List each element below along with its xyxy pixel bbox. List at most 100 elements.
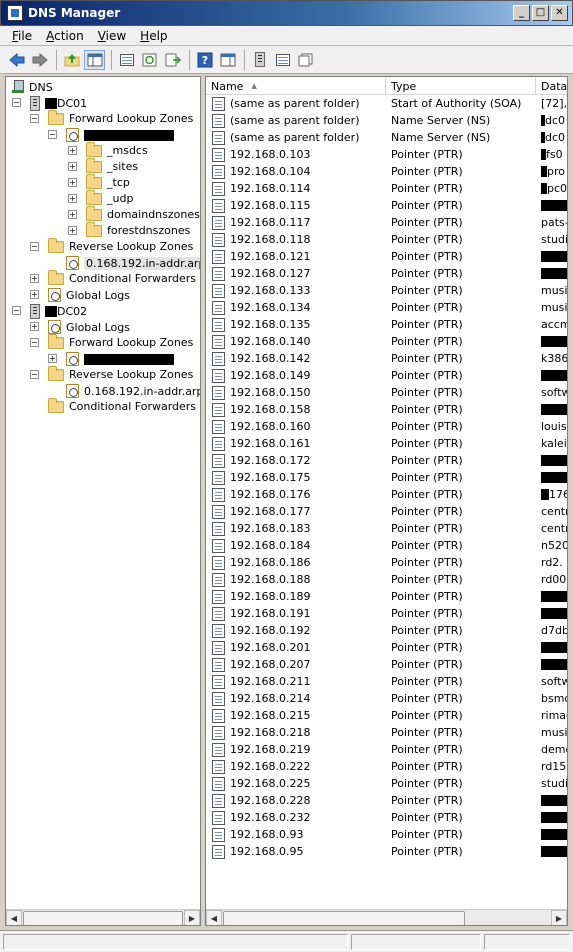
table-row[interactable]: 192.168.0.117 Pointer (PTR) pats-i xyxy=(206,214,567,231)
list-scroll-thumb[interactable] xyxy=(223,911,465,925)
collapse-icon[interactable]: − xyxy=(30,114,39,123)
forward-button[interactable] xyxy=(29,50,50,70)
column-header-data[interactable]: Data xyxy=(536,77,567,95)
collapse-icon[interactable]: − xyxy=(30,242,39,251)
table-row[interactable]: 192.168.0.175 Pointer (PTR) xyxy=(206,469,567,486)
table-row[interactable]: 192.168.0.219 Pointer (PTR) demo xyxy=(206,741,567,758)
title-bar[interactable]: DNS Manager _ □ ✕ xyxy=(0,0,573,26)
menu-action[interactable]: Action xyxy=(40,29,92,43)
collapse-icon[interactable]: − xyxy=(30,338,39,347)
table-row[interactable]: (same as parent folder) Name Server (NS) d… xyxy=(206,112,567,129)
table-row[interactable]: 192.168.0.191 Pointer (PTR) xyxy=(206,605,567,622)
table-row[interactable]: 192.168.0.134 Pointer (PTR) music xyxy=(206,299,567,316)
table-row[interactable]: 192.168.0.149 Pointer (PTR) xyxy=(206,367,567,384)
close-button[interactable]: ✕ xyxy=(551,5,568,21)
expand-icon[interactable]: + xyxy=(68,146,77,155)
export-list-button[interactable] xyxy=(162,50,183,70)
scroll-left-arrow-icon[interactable]: ◀ xyxy=(6,910,22,925)
table-row[interactable]: 192.168.0.95 Pointer (PTR) xyxy=(206,843,567,860)
expand-icon[interactable]: + xyxy=(68,226,77,235)
console-tree-pane[interactable]: DNS − DC01− Forward Lookup Zones − + _msdcs + _s… xyxy=(5,76,201,926)
table-row[interactable]: 192.168.0.115 Pointer (PTR) xyxy=(206,197,567,214)
table-row[interactable]: 192.168.0.225 Pointer (PTR) studic xyxy=(206,775,567,792)
tree-scroll-thumb[interactable] xyxy=(23,911,183,925)
scroll-right-arrow-icon[interactable]: ▶ xyxy=(551,910,567,925)
tree-horizontal-scrollbar[interactable]: ◀ ▶ xyxy=(6,909,200,925)
records-button[interactable] xyxy=(272,50,293,70)
table-row[interactable]: 192.168.0.161 Pointer (PTR) kaleid xyxy=(206,435,567,452)
collapse-icon[interactable]: − xyxy=(12,98,21,107)
table-row[interactable]: 192.168.0.104 Pointer (PTR) pro xyxy=(206,163,567,180)
expand-icon[interactable]: + xyxy=(30,274,39,283)
expand-icon[interactable]: + xyxy=(30,290,39,299)
table-row[interactable]: 192.168.0.232 Pointer (PTR) xyxy=(206,809,567,826)
expand-icon[interactable]: + xyxy=(68,194,77,203)
column-header-type[interactable]: Type xyxy=(386,77,536,95)
scroll-left-arrow-icon[interactable]: ◀ xyxy=(206,910,222,925)
minimize-button[interactable]: _ xyxy=(513,5,530,21)
table-row[interactable]: 192.168.0.103 Pointer (PTR) fs0 xyxy=(206,146,567,163)
maximize-button[interactable]: □ xyxy=(532,5,549,21)
refresh-button[interactable] xyxy=(139,50,160,70)
menu-file[interactable]: File xyxy=(6,29,40,43)
collapse-icon[interactable]: − xyxy=(48,130,57,139)
table-row[interactable]: 192.168.0.176 Pointer (PTR) 176 xyxy=(206,486,567,503)
expand-icon[interactable]: + xyxy=(68,178,77,187)
table-row[interactable]: 192.168.0.215 Pointer (PTR) rimag xyxy=(206,707,567,724)
table-row[interactable]: 192.168.0.183 Pointer (PTR) centra xyxy=(206,520,567,537)
zone-records-button[interactable] xyxy=(295,50,316,70)
column-header-name[interactable]: Name ▲ xyxy=(206,77,386,95)
table-row[interactable]: 192.168.0.189 Pointer (PTR) xyxy=(206,588,567,605)
table-row[interactable]: (same as parent folder) Name Server (NS) d… xyxy=(206,129,567,146)
menu-help[interactable]: Help xyxy=(134,29,175,43)
back-button[interactable] xyxy=(6,50,27,70)
expand-icon[interactable]: + xyxy=(48,354,57,363)
table-row[interactable]: 192.168.0.160 Pointer (PTR) louise xyxy=(206,418,567,435)
collapse-icon[interactable]: − xyxy=(30,370,39,379)
table-row[interactable]: 192.168.0.207 Pointer (PTR) xyxy=(206,656,567,673)
table-row[interactable]: 192.168.0.127 Pointer (PTR) xyxy=(206,265,567,282)
record-data-cell: rd156 xyxy=(541,760,567,773)
show-hide-action-pane-button[interactable] xyxy=(217,50,238,70)
record-type: Pointer (PTR) xyxy=(391,335,463,348)
table-row[interactable]: 192.168.0.118 Pointer (PTR) studic xyxy=(206,231,567,248)
redacted-text xyxy=(541,846,567,857)
table-row[interactable]: 192.168.0.142 Pointer (PTR) k3869 xyxy=(206,350,567,367)
list-horizontal-scrollbar[interactable]: ◀ ▶ xyxy=(206,909,567,925)
table-row[interactable]: 192.168.0.158 Pointer (PTR) xyxy=(206,401,567,418)
table-row[interactable]: 192.168.0.135 Pointer (PTR) accma xyxy=(206,316,567,333)
table-row[interactable]: 192.168.0.140 Pointer (PTR) xyxy=(206,333,567,350)
table-row[interactable]: 192.168.0.188 Pointer (PTR) rd001 xyxy=(206,571,567,588)
properties-button[interactable] xyxy=(116,50,137,70)
server-button[interactable] xyxy=(249,50,270,70)
table-row[interactable]: 192.168.0.114 Pointer (PTR) pc0 xyxy=(206,180,567,197)
table-row[interactable]: 192.168.0.214 Pointer (PTR) bsmdc xyxy=(206,690,567,707)
table-row[interactable]: 192.168.0.172 Pointer (PTR) xyxy=(206,452,567,469)
table-row[interactable]: 192.168.0.218 Pointer (PTR) music xyxy=(206,724,567,741)
table-row[interactable]: 192.168.0.201 Pointer (PTR) xyxy=(206,639,567,656)
help-button[interactable]: ? xyxy=(194,50,215,70)
table-row[interactable]: 192.168.0.93 Pointer (PTR) xyxy=(206,826,567,843)
table-row[interactable]: 192.168.0.177 Pointer (PTR) centra xyxy=(206,503,567,520)
scroll-right-arrow-icon[interactable]: ▶ xyxy=(184,910,200,925)
table-row[interactable]: (same as parent folder) Start of Authorit… xyxy=(206,95,567,112)
up-one-level-button[interactable] xyxy=(61,50,82,70)
collapse-icon[interactable]: − xyxy=(12,306,21,315)
expand-icon[interactable]: + xyxy=(68,162,77,171)
table-row[interactable]: 192.168.0.133 Pointer (PTR) music xyxy=(206,282,567,299)
show-hide-console-tree-button[interactable] xyxy=(84,49,105,70)
zone-icon xyxy=(66,384,79,398)
record-type: Name Server (NS) xyxy=(391,114,491,127)
menu-view[interactable]: View xyxy=(92,29,134,43)
table-row[interactable]: 192.168.0.186 Pointer (PTR) rd2. xyxy=(206,554,567,571)
expand-icon[interactable]: + xyxy=(30,322,39,331)
expand-icon[interactable]: + xyxy=(68,210,77,219)
table-row[interactable]: 192.168.0.121 Pointer (PTR) xyxy=(206,248,567,265)
records-list-pane[interactable]: Name ▲ Type Data (same as parent folder)… xyxy=(205,76,568,926)
table-row[interactable]: 192.168.0.211 Pointer (PTR) softw xyxy=(206,673,567,690)
table-row[interactable]: 192.168.0.184 Pointer (PTR) n5200 xyxy=(206,537,567,554)
table-row[interactable]: 192.168.0.222 Pointer (PTR) rd156 xyxy=(206,758,567,775)
table-row[interactable]: 192.168.0.228 Pointer (PTR) xyxy=(206,792,567,809)
table-row[interactable]: 192.168.0.150 Pointer (PTR) softw xyxy=(206,384,567,401)
table-row[interactable]: 192.168.0.192 Pointer (PTR) d7dbf xyxy=(206,622,567,639)
